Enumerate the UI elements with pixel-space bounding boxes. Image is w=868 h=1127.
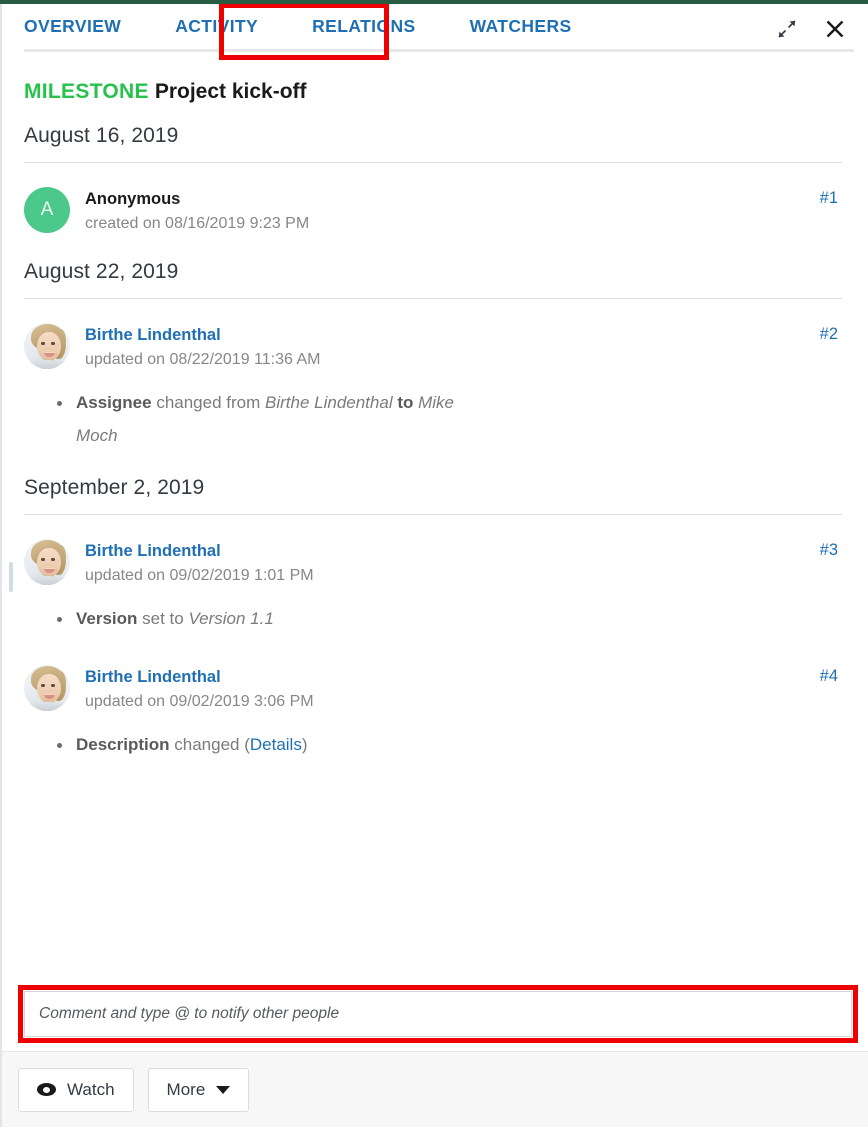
activity-entry: Birthe Lindenthal updated on 09/02/2019 3… bbox=[24, 641, 852, 767]
activity-date-heading: August 22, 2019 bbox=[24, 260, 179, 283]
detail-text: changed ( bbox=[169, 735, 250, 754]
action-footer: Watch More bbox=[0, 1051, 868, 1127]
activity-entry-meta: Anonymous created on 08/16/2019 9:23 PM bbox=[85, 187, 309, 236]
activity-entry: A Anonymous created on 08/16/2019 9:23 PM #… bbox=[24, 163, 852, 242]
tab-activity[interactable]: ACTIVITY bbox=[175, 12, 258, 43]
avatar-eye-left bbox=[41, 558, 45, 561]
work-package-heading: MILESTONE Project kick-off bbox=[24, 78, 852, 106]
close-icon[interactable] bbox=[822, 16, 848, 42]
tab-watchers[interactable]: WATCHERS bbox=[470, 12, 572, 43]
activity-entry-header: Birthe Lindenthal updated on 09/02/2019 1… bbox=[24, 539, 852, 588]
activity-entry-anchor[interactable]: #2 bbox=[820, 325, 838, 344]
tab-relations[interactable]: RELATIONS bbox=[312, 12, 415, 43]
more-button-label: More bbox=[166, 1079, 206, 1099]
avatar[interactable] bbox=[24, 323, 70, 369]
activity-entry-anchor[interactable]: #3 bbox=[820, 541, 838, 560]
activity-detail-item: Version set to Version 1.1 bbox=[52, 602, 482, 635]
tab-bar: OVERVIEW ACTIVITY RELATIONS WATCHERS bbox=[0, 0, 868, 62]
comment-area: Comment and type @ to notify other peopl… bbox=[0, 977, 868, 1051]
activity-date-heading: August 16, 2019 bbox=[24, 124, 179, 147]
avatar-shoulder bbox=[26, 360, 68, 369]
activity-list: August 16, 2019 A Anonymous created on 08/1… bbox=[24, 124, 852, 767]
detail-details-link[interactable]: Details bbox=[250, 735, 302, 754]
avatar[interactable] bbox=[24, 539, 70, 585]
activity-entry: Birthe Lindenthal updated on 09/02/2019 1… bbox=[24, 515, 852, 641]
eye-icon bbox=[37, 1083, 56, 1096]
avatar[interactable] bbox=[24, 665, 70, 711]
activity-entry-anchor[interactable]: #4 bbox=[820, 667, 838, 686]
detail-value: Birthe Lindenthal bbox=[265, 393, 393, 412]
detail-attribute: Version bbox=[76, 609, 138, 628]
activity-detail-item: Assignee changed from Birthe Lindenthal … bbox=[52, 386, 482, 452]
detail-text: changed from bbox=[151, 393, 265, 412]
work-package-subject: Project kick-off bbox=[154, 80, 307, 103]
activity-scroll-area: MILESTONE Project kick-off August 16, 201… bbox=[0, 62, 868, 977]
activity-entry-user: Anonymous bbox=[85, 190, 181, 208]
activity-entry-details: Description changed (Details) bbox=[52, 728, 852, 761]
work-package-type: MILESTONE bbox=[24, 80, 149, 103]
work-package-activity-panel: OVERVIEW ACTIVITY RELATIONS WATCHERS MIL… bbox=[0, 0, 868, 1127]
panel-left-border bbox=[0, 4, 2, 1127]
avatar-shoulder bbox=[26, 702, 68, 711]
detail-attribute: to bbox=[392, 393, 419, 412]
expand-diagonal-icon[interactable] bbox=[774, 16, 800, 42]
activity-entry-meta: Birthe Lindenthal updated on 09/02/2019 3… bbox=[85, 665, 314, 714]
activity-entry-user[interactable]: Birthe Lindenthal bbox=[85, 324, 320, 346]
activity-entry-header: Birthe Lindenthal updated on 09/02/2019 3… bbox=[24, 665, 852, 714]
activity-entry-user[interactable]: Birthe Lindenthal bbox=[85, 666, 314, 688]
activity-entry-header: A Anonymous created on 08/16/2019 9:23 PM bbox=[24, 187, 852, 236]
avatar-eye-left bbox=[41, 342, 45, 345]
avatar[interactable]: A bbox=[24, 187, 70, 233]
activity-entry-timestamp: created on 08/16/2019 9:23 PM bbox=[85, 215, 310, 232]
activity-entry-timestamp: updated on 09/02/2019 1:01 PM bbox=[85, 567, 314, 584]
activity-entry-details: Version set to Version 1.1 bbox=[52, 602, 852, 635]
chevron-down-icon bbox=[216, 1085, 231, 1094]
activity-entry-header: Birthe Lindenthal updated on 08/22/2019 1… bbox=[24, 323, 852, 372]
activity-scrollbar-thumb[interactable] bbox=[9, 562, 13, 592]
avatar-eye-right bbox=[51, 684, 55, 687]
watch-button-label: Watch bbox=[67, 1079, 115, 1099]
watch-button[interactable]: Watch bbox=[18, 1067, 134, 1112]
activity-entry-meta: Birthe Lindenthal updated on 09/02/2019 1… bbox=[85, 539, 314, 588]
tab-overview[interactable]: OVERVIEW bbox=[24, 12, 121, 43]
comment-placeholder: Comment and type @ to notify other peopl… bbox=[39, 1005, 340, 1022]
activity-entry-anchor[interactable]: #1 bbox=[820, 189, 838, 208]
activity-entry-details: Assignee changed from Birthe Lindenthal … bbox=[52, 386, 852, 452]
activity-detail-item: Description changed (Details) bbox=[52, 728, 482, 761]
activity-entry-user[interactable]: Birthe Lindenthal bbox=[85, 540, 314, 562]
detail-attribute: Description bbox=[76, 735, 170, 754]
detail-text: set to bbox=[137, 609, 189, 628]
window-top-accent-strip bbox=[0, 0, 868, 4]
avatar-eye-right bbox=[51, 342, 55, 345]
comment-input[interactable]: Comment and type @ to notify other peopl… bbox=[24, 991, 852, 1037]
detail-attribute: Assignee bbox=[76, 393, 152, 412]
detail-text: ) bbox=[301, 735, 308, 754]
detail-value: Version 1.1 bbox=[188, 609, 274, 628]
tab-bar-actions bbox=[774, 12, 868, 42]
avatar-eye-right bbox=[51, 558, 55, 561]
activity-entry-timestamp: updated on 08/22/2019 11:36 AM bbox=[85, 351, 321, 368]
avatar-eye-left bbox=[41, 684, 45, 687]
activity-entry-meta: Birthe Lindenthal updated on 08/22/2019 1… bbox=[85, 323, 320, 372]
avatar-shoulder bbox=[26, 576, 68, 585]
more-button[interactable]: More bbox=[147, 1067, 250, 1112]
activity-entry: Birthe Lindenthal updated on 08/22/2019 1… bbox=[24, 299, 852, 458]
activity-entry-timestamp: updated on 09/02/2019 3:06 PM bbox=[85, 693, 314, 710]
activity-date-heading: September 2, 2019 bbox=[24, 476, 205, 499]
